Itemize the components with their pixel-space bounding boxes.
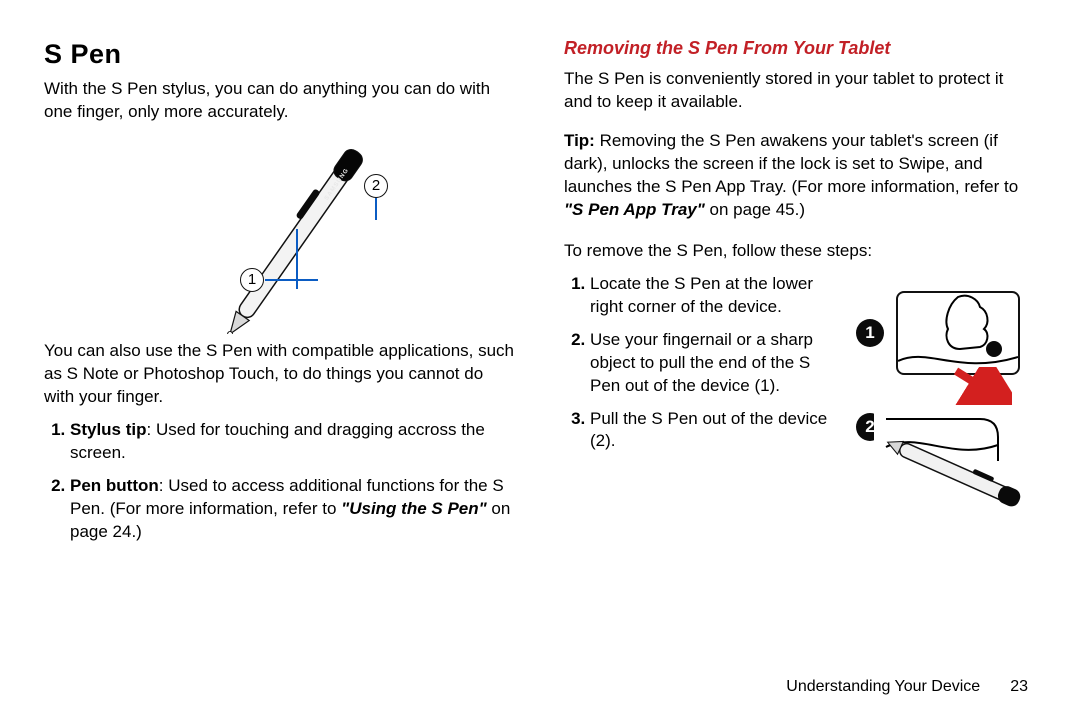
device-illustration-2 [874, 405, 1034, 525]
s-pen-illustration-icon: SAMSUNG [140, 134, 420, 334]
cross-ref: "Using the S Pen" [341, 499, 487, 518]
list-item: Pen button: Used to access additional fu… [70, 475, 516, 544]
cross-ref: "S Pen App Tray" [564, 200, 705, 219]
right-column: Removing the S Pen From Your Tablet The … [564, 36, 1036, 690]
tip-text-lead: Removing the S Pen awakens your tablet's… [564, 131, 1018, 196]
footer-page-number: 23 [1010, 678, 1028, 695]
list-item: Stylus tip: Used for touching and draggi… [70, 419, 516, 465]
feature-label: Stylus tip [70, 420, 147, 439]
page-title: S Pen [44, 36, 516, 72]
remove-pen-figure: 1 [856, 273, 1036, 553]
subheading: Removing the S Pen From Your Tablet [564, 36, 1036, 60]
right-intro: The S Pen is conveniently stored in your… [564, 68, 1036, 114]
device-illustration-1 [896, 291, 1020, 375]
tip-paragraph: Tip: Removing the S Pen awakens your tab… [564, 130, 1036, 222]
step-badge-1: 1 [856, 319, 884, 347]
footer-section: Understanding Your Device [786, 678, 980, 695]
list-item: Use your fingernail or a sharp object to… [590, 329, 836, 398]
intro-paragraph: With the S Pen stylus, you can do anythi… [44, 78, 516, 124]
page-footer: Understanding Your Device 23 [786, 678, 1028, 696]
leader-line [375, 198, 377, 220]
leader-line [265, 279, 318, 281]
left-column: S Pen With the S Pen stylus, you can do … [44, 36, 516, 690]
compat-paragraph: You can also use the S Pen with compatib… [44, 340, 516, 409]
tip-text-tail: on page 45.) [705, 200, 805, 219]
list-item: Locate the S Pen at the lower right corn… [590, 273, 836, 319]
pen-out-icon [874, 405, 1034, 525]
list-item: Pull the S Pen out of the device (2). [590, 408, 836, 454]
arrow-down-right-icon [952, 367, 1012, 407]
steps-intro: To remove the S Pen, follow these steps: [564, 240, 1036, 263]
s-pen-figure: SAMSUNG 1 2 [140, 134, 420, 334]
steps-list: Locate the S Pen at the lower right corn… [564, 273, 836, 454]
feature-list: Stylus tip: Used for touching and draggi… [44, 419, 516, 544]
hand-pen-icon [898, 293, 1018, 373]
feature-label: Pen button [70, 476, 159, 495]
tip-label: Tip: [564, 131, 595, 150]
